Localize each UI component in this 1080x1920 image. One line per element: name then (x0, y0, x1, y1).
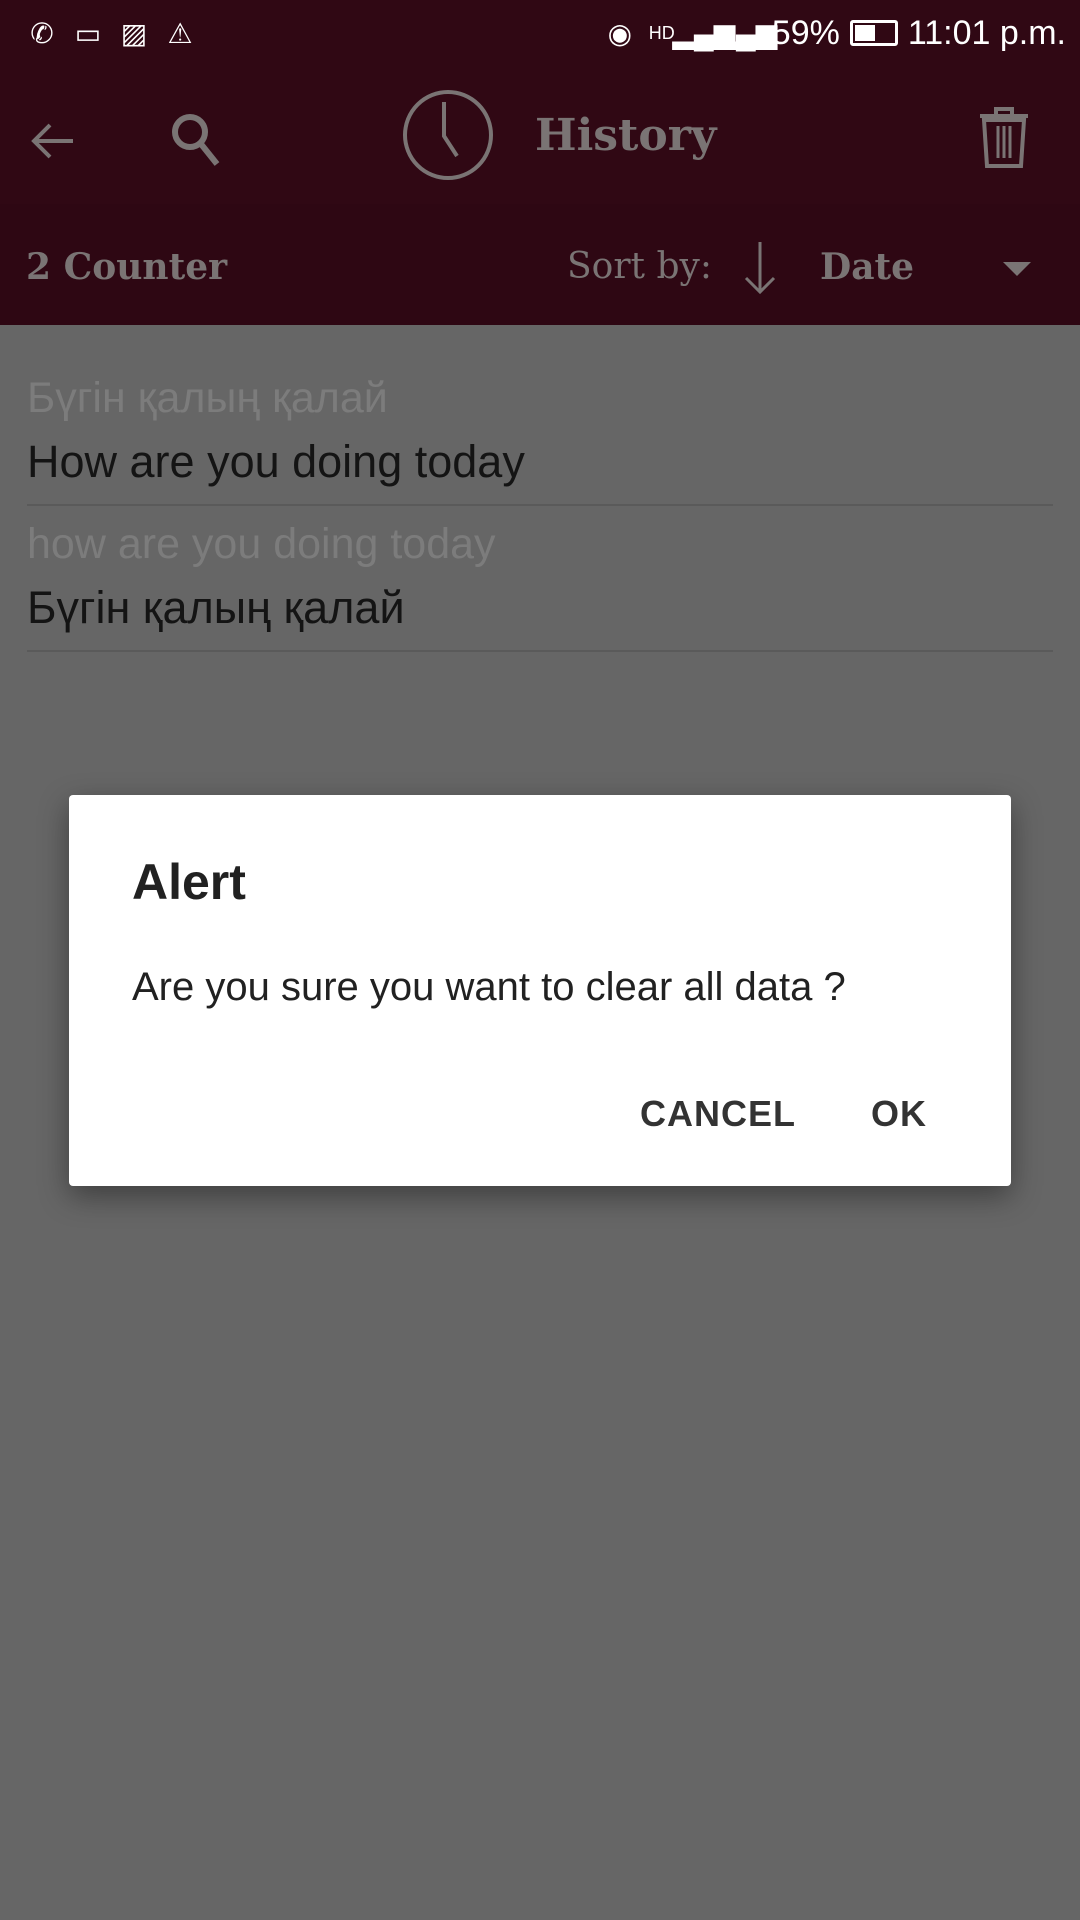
sort-value: Date (820, 246, 915, 288)
ok-button[interactable]: OK (871, 1093, 927, 1135)
battery-percent: 59% (771, 13, 840, 52)
signal-2-icon: ▂▄▆ (714, 17, 778, 49)
source-text: Бүгін қалың қалай (27, 374, 388, 422)
whatsapp-icon: ✆ (30, 17, 54, 49)
page-title: History (535, 110, 717, 161)
list-item[interactable]: Бүгін қалың қалай How are you doing toda… (27, 360, 1053, 506)
history-counter: 2 Counter (26, 246, 228, 288)
translation-text: Бүгін қалың қалай (27, 582, 405, 633)
message-icon: ▭ (74, 17, 102, 49)
search-icon[interactable] (168, 110, 224, 170)
clock-icon (403, 90, 493, 180)
battery-icon (849, 20, 898, 46)
history-list: Бүгін қалың қалай How are you doing toda… (27, 360, 1053, 652)
trash-icon[interactable] (976, 104, 1032, 170)
cancel-button[interactable]: CANCEL (640, 1093, 796, 1135)
sort-dropdown[interactable]: Date (820, 240, 1040, 296)
dialog-title: Alert (132, 854, 246, 910)
hotspot-icon: ◉ (607, 17, 633, 49)
sort-bar: 2 Counter Sort by: Date (0, 204, 1080, 325)
image-icon: ▨ (120, 17, 148, 49)
sort-label: Sort by: (567, 246, 712, 287)
translation-text: How are you doing today (27, 436, 525, 487)
dialog-message: Are you sure you want to clear all data … (132, 965, 846, 1009)
source-text: how are you doing today (27, 520, 496, 568)
warning-icon: ⚠ (167, 17, 193, 49)
back-arrow-icon[interactable] (28, 116, 78, 166)
list-item[interactable]: how are you doing today Бүгін қалың қала… (27, 506, 1053, 652)
chevron-down-icon (1003, 262, 1031, 276)
sort-direction-arrow-icon[interactable] (742, 240, 778, 296)
alert-dialog: Alert Are you sure you want to clear all… (69, 795, 1011, 1186)
clock-time: 11:01 p.m. (907, 13, 1066, 52)
status-bar: ✆ ▭ ▨ ⚠ ◉ HD ▂▄▆ ▂▄▆ 59% 11:01 p.m. (0, 0, 1080, 66)
